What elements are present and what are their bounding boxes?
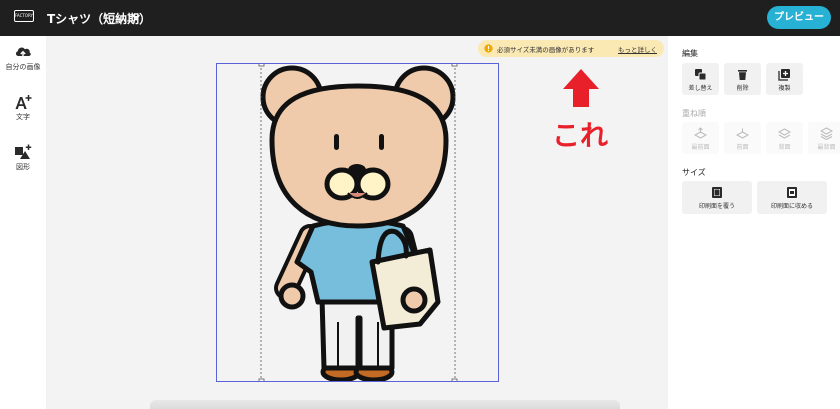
delete-button[interactable]: 削除: [724, 63, 761, 95]
size-section-title: サイズ: [682, 168, 706, 177]
bring-to-front-icon: [694, 127, 707, 139]
tool-label: 図形: [16, 163, 30, 171]
chevron-down-icon[interactable]: [131, 12, 141, 22]
send-to-back-button[interactable]: 最背面: [808, 122, 840, 154]
fit-print-area-icon: [787, 187, 797, 198]
bring-forward-button[interactable]: 前面: [724, 122, 761, 154]
fit-print-area-button[interactable]: 印刷面に収める: [757, 181, 827, 214]
replace-icon: [695, 69, 707, 81]
selection-box[interactable]: [216, 63, 499, 382]
add-shape-icon: [15, 144, 32, 159]
cover-print-area-icon: [712, 187, 722, 198]
arrow-up-icon: [563, 69, 599, 107]
learn-more-link[interactable]: もっと詳しく: [618, 44, 657, 54]
tool-add-text[interactable]: 文字: [0, 94, 46, 140]
factory-logo: FACTORY: [14, 10, 34, 25]
tool-label: 自分の画像: [5, 63, 41, 71]
tool-upload-image[interactable]: 自分の画像: [0, 44, 46, 90]
warning-text: 必須サイズ未満の画像があります: [497, 46, 595, 54]
trash-icon: [738, 70, 747, 80]
duplicate-icon: [778, 69, 790, 81]
tshirt-edge: [150, 400, 620, 409]
bring-to-front-button[interactable]: 最前面: [682, 122, 719, 154]
preview-button[interactable]: プレビュー: [767, 6, 831, 29]
duplicate-button[interactable]: 複製: [766, 63, 803, 95]
cover-print-area-button[interactable]: 印刷面を覆う: [682, 181, 752, 214]
send-backward-button[interactable]: 背面: [766, 122, 803, 154]
send-backward-icon: [778, 128, 791, 139]
annotation-text: これ: [552, 119, 609, 152]
replace-button[interactable]: 差し替え: [682, 63, 719, 95]
send-to-back-icon: [820, 127, 833, 140]
add-text-icon: [15, 95, 32, 109]
top-bar: FACTORY Tシャツ（短納期） プレビュー: [0, 0, 840, 36]
cloud-upload-icon: [15, 47, 31, 58]
left-toolbar: 自分の画像 文字 図形: [0, 36, 46, 409]
order-section-title: 重ね順: [682, 109, 706, 118]
size-warning-banner: 必須サイズ未満の画像があります もっと詳しく: [478, 40, 664, 57]
bring-forward-icon: [736, 128, 749, 139]
warning-icon: [484, 44, 493, 53]
edit-section-title: 編集: [682, 49, 698, 58]
tool-add-shape[interactable]: 図形: [0, 144, 46, 190]
tool-label: 文字: [16, 113, 30, 121]
properties-panel: 編集 差し替え 削除 複製 重ね順 最前面 前面 背面 最背面 サイズ 印刷面を…: [668, 36, 840, 409]
